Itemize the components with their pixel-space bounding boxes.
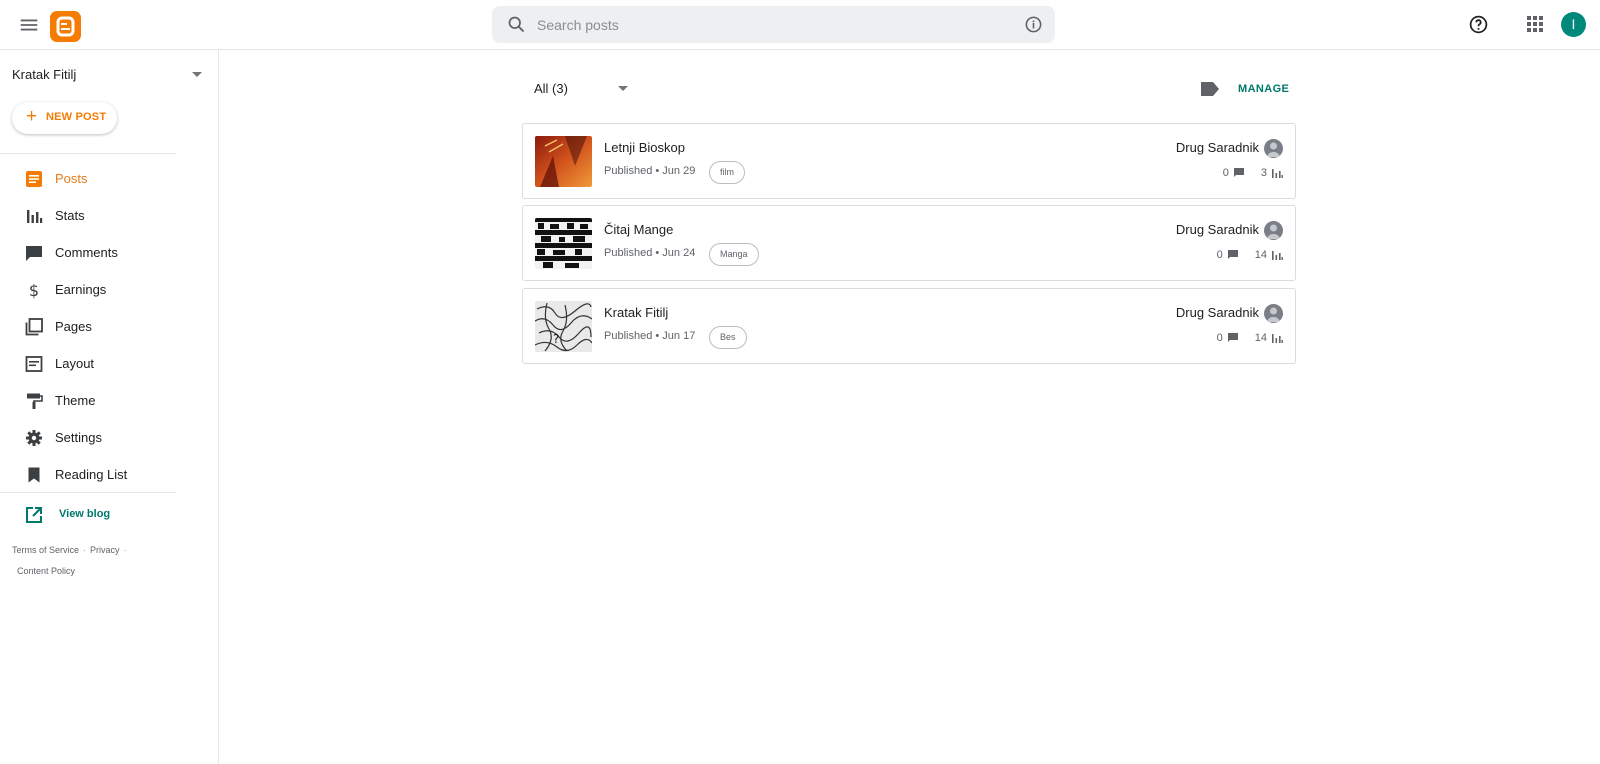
dollar-icon: $ bbox=[29, 281, 39, 299]
sidebar-item-label: Theme bbox=[55, 393, 96, 408]
author-avatar bbox=[1264, 221, 1283, 240]
top-bar: I bbox=[0, 0, 1600, 50]
comment-count: 0 bbox=[1216, 332, 1223, 344]
post-meta: Published • Jun 24 bbox=[604, 247, 696, 259]
post-row[interactable]: Čitaj Mange Published • Jun 24 Manga Dru… bbox=[522, 205, 1296, 281]
help-icon[interactable] bbox=[1468, 14, 1489, 35]
blog-selector[interactable]: Kratak Fitilj bbox=[12, 64, 202, 86]
post-title[interactable]: Letnji Bioskop bbox=[604, 140, 685, 155]
sidebar-item-layout[interactable]: Layout bbox=[0, 349, 200, 379]
bar-chart-icon bbox=[1272, 251, 1283, 260]
chevron-down-icon bbox=[618, 86, 628, 91]
post-tag[interactable]: Bes bbox=[709, 326, 747, 349]
sidebar-item-label: Pages bbox=[55, 319, 92, 334]
gear-icon bbox=[26, 430, 42, 446]
sidebar-item-label: Stats bbox=[55, 208, 85, 223]
view-count: 14 bbox=[1254, 249, 1267, 261]
new-post-button[interactable]: + NEW POST bbox=[12, 102, 117, 134]
sidebar-item-label: Layout bbox=[55, 356, 95, 371]
post-filter-dropdown[interactable]: All (3) bbox=[534, 78, 634, 100]
bookmark-icon bbox=[28, 467, 40, 483]
post-stats: 0 14 bbox=[1217, 331, 1283, 345]
post-row[interactable]: ? Kratak Fitilj Published • Jun 17 Bes D… bbox=[522, 288, 1296, 364]
stats-icon bbox=[27, 210, 43, 223]
sidebar-item-label: Reading List bbox=[55, 467, 128, 482]
sidebar-item-posts[interactable]: Posts bbox=[0, 164, 200, 194]
layout-icon bbox=[25, 356, 43, 372]
post-tag[interactable]: Manga bbox=[709, 243, 759, 266]
comment-count: 0 bbox=[1216, 249, 1223, 261]
author-avatar bbox=[1264, 304, 1283, 323]
manage-button[interactable]: MANAGE bbox=[1238, 83, 1289, 95]
sidebar-item-label: Earnings bbox=[55, 282, 107, 297]
view-blog-link[interactable]: View blog bbox=[0, 500, 200, 530]
post-author: Drug Saradnik bbox=[1175, 222, 1259, 237]
comment-icon bbox=[1227, 333, 1238, 342]
comment-icon bbox=[1233, 168, 1244, 177]
sidebar-item-pages[interactable]: Pages bbox=[0, 312, 200, 342]
post-author: Drug Saradnik bbox=[1175, 305, 1259, 320]
sidebar: Kratak Fitilj + NEW POST Posts Stats Com… bbox=[0, 50, 219, 764]
filter-label: All (3) bbox=[534, 81, 568, 96]
paint-roller-icon bbox=[27, 393, 43, 409]
svg-text:?: ? bbox=[553, 332, 559, 346]
search-icon[interactable] bbox=[506, 14, 527, 35]
sidebar-item-comments[interactable]: Comments bbox=[0, 238, 200, 268]
account-avatar[interactable]: I bbox=[1561, 12, 1586, 37]
divider bbox=[0, 492, 176, 493]
view-count: 3 bbox=[1260, 167, 1267, 179]
divider bbox=[0, 153, 176, 154]
sidebar-item-settings[interactable]: Settings bbox=[0, 423, 200, 453]
sidebar-item-label: Settings bbox=[55, 430, 102, 445]
sidebar-item-earnings[interactable]: $ Earnings bbox=[0, 275, 200, 305]
privacy-link[interactable]: Privacy bbox=[90, 545, 120, 555]
comment-count: 0 bbox=[1222, 167, 1229, 179]
post-meta: Published • Jun 29 bbox=[604, 165, 696, 177]
chevron-down-icon bbox=[192, 72, 202, 77]
post-stats: 0 14 bbox=[1217, 248, 1283, 262]
bar-chart-icon bbox=[1272, 334, 1283, 343]
view-count: 14 bbox=[1254, 332, 1267, 344]
comments-icon bbox=[26, 246, 42, 261]
search-bar bbox=[492, 6, 1055, 43]
post-title[interactable]: Kratak Fitilj bbox=[604, 305, 668, 320]
menu-icon[interactable] bbox=[18, 14, 40, 36]
post-row[interactable]: Letnji Bioskop Published • Jun 29 film D… bbox=[522, 123, 1296, 199]
blog-name: Kratak Fitilj bbox=[12, 67, 77, 82]
sidebar-item-reading-list[interactable]: Reading List bbox=[0, 460, 200, 490]
post-author: Drug Saradnik bbox=[1175, 140, 1259, 155]
search-input[interactable] bbox=[537, 6, 997, 43]
comment-icon bbox=[1227, 250, 1238, 259]
open-in-new-icon bbox=[26, 507, 42, 523]
svg-text:$: $ bbox=[29, 281, 39, 299]
apps-grid-icon[interactable] bbox=[1526, 15, 1544, 33]
post-thumbnail: ? bbox=[535, 301, 592, 352]
pages-icon bbox=[25, 318, 43, 336]
post-tag[interactable]: film bbox=[709, 161, 745, 184]
post-stats: 0 3 bbox=[1223, 166, 1283, 180]
blogger-logo[interactable] bbox=[50, 11, 81, 42]
author-avatar bbox=[1264, 139, 1283, 158]
footer-links: Terms of Service · Privacy · Content Policy bbox=[12, 545, 127, 576]
new-post-label: NEW POST bbox=[46, 111, 107, 123]
label-icon[interactable] bbox=[1200, 81, 1220, 97]
bar-chart-icon bbox=[1272, 169, 1283, 178]
view-blog-label: View blog bbox=[59, 508, 111, 520]
terms-link[interactable]: Terms of Service bbox=[12, 545, 79, 555]
post-thumbnail bbox=[535, 136, 592, 187]
post-title[interactable]: Čitaj Mange bbox=[604, 222, 673, 237]
sidebar-item-label: Comments bbox=[55, 245, 118, 260]
sidebar-item-stats[interactable]: Stats bbox=[0, 201, 200, 231]
plus-icon: + bbox=[26, 106, 38, 127]
posts-icon bbox=[26, 171, 42, 187]
post-thumbnail bbox=[535, 218, 592, 269]
sidebar-item-theme[interactable]: Theme bbox=[0, 386, 200, 416]
post-meta: Published • Jun 17 bbox=[604, 330, 696, 342]
info-icon[interactable] bbox=[1024, 15, 1043, 34]
content-policy-link[interactable]: Content Policy bbox=[17, 566, 75, 576]
sidebar-item-label: Posts bbox=[55, 171, 88, 186]
